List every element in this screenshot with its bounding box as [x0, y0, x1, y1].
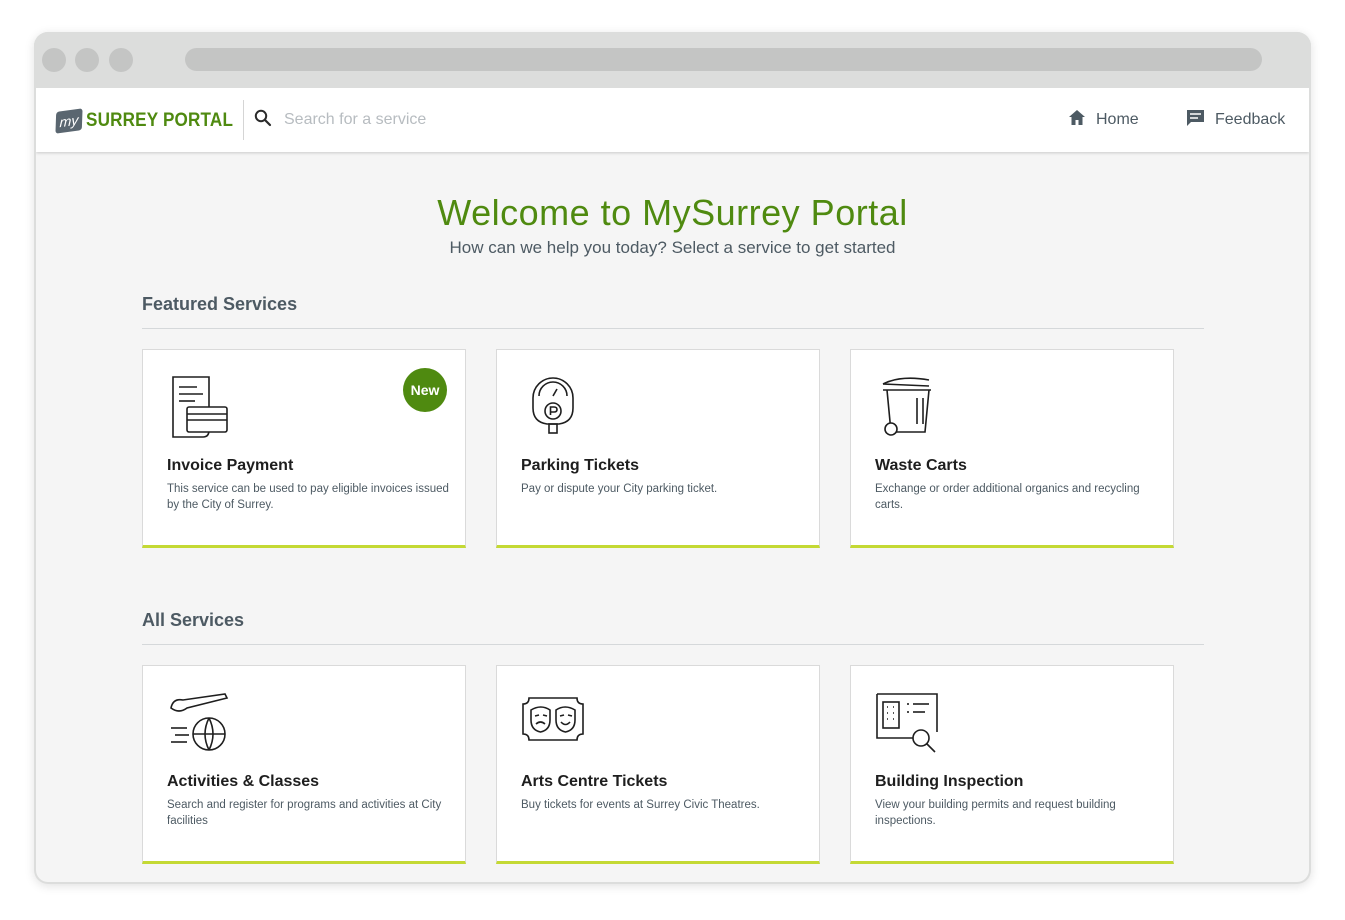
logo[interactable]: my SURREY PORTAL	[55, 106, 249, 136]
page-subtitle: How can we help you today? Select a serv…	[449, 238, 896, 257]
service-card-arts-centre-tickets[interactable]: Arts Centre Tickets Buy tickets for even…	[496, 665, 820, 864]
card-title: Arts Centre Tickets	[521, 773, 668, 790]
activities-icon	[165, 690, 235, 756]
service-card-activities-classes[interactable]: Activities & Classes Search and register…	[142, 665, 466, 864]
card-description: Search and register for programs and act…	[167, 799, 442, 827]
card-title: Activities & Classes	[167, 773, 320, 790]
search-bar	[254, 108, 554, 132]
home-icon	[1068, 109, 1086, 131]
featured-services-heading: Featured Services	[142, 294, 298, 314]
card-description: Pay or dispute your City parking ticket.	[521, 483, 718, 495]
nav-feedback[interactable]: Feedback	[1186, 108, 1285, 132]
window-maximize-dot[interactable]	[109, 48, 133, 72]
service-card-parking-tickets[interactable]: Parking Tickets Pay or dispute your City…	[496, 349, 820, 548]
card-description: Exchange or order additional organics an…	[875, 483, 1140, 511]
service-card-invoice-payment[interactable]: New Invoice Payment This service can be …	[142, 349, 466, 548]
nav-home-label: Home	[1096, 111, 1139, 128]
section-divider	[142, 328, 1204, 329]
new-badge: New	[403, 368, 447, 412]
section-divider	[142, 644, 1204, 645]
theatre-masks-icon	[519, 690, 589, 756]
card-description: View your building permits and request b…	[875, 799, 1116, 827]
service-card-waste-carts[interactable]: Waste Carts Exchange or order additional…	[850, 349, 1174, 548]
card-title: Building Inspection	[875, 773, 1024, 790]
nav-home[interactable]: Home	[1068, 108, 1139, 132]
address-bar[interactable]	[185, 48, 1262, 71]
invoice-icon	[165, 374, 235, 440]
parking-meter-icon	[519, 374, 589, 440]
all-services-heading: All Services	[142, 610, 245, 630]
window-minimize-dot[interactable]	[75, 48, 99, 72]
card-title: Waste Carts	[875, 457, 967, 474]
nav-feedback-label: Feedback	[1215, 111, 1286, 128]
logo-badge: my	[55, 108, 83, 134]
browser-window: my SURREY PORTAL Home Feedback	[34, 32, 1311, 884]
browser-chrome	[34, 32, 1311, 88]
logo-text: SURREY PORTAL	[86, 110, 234, 131]
page-title: Welcome to MySurrey Portal	[437, 192, 908, 233]
service-card-building-inspection[interactable]: Building Inspection View your building p…	[850, 665, 1174, 864]
search-icon[interactable]	[254, 109, 272, 132]
page: my SURREY PORTAL Home Feedback	[36, 88, 1309, 882]
header-divider	[243, 100, 244, 140]
waste-cart-icon	[873, 374, 943, 440]
card-title: Invoice Payment	[167, 457, 294, 474]
feedback-icon	[1186, 109, 1205, 132]
card-description: This service can be used to pay eligible…	[167, 483, 449, 511]
card-title: Parking Tickets	[521, 457, 639, 474]
building-inspection-icon	[873, 690, 943, 756]
search-input[interactable]	[282, 110, 526, 130]
card-description: Buy tickets for events at Surrey Civic T…	[521, 799, 760, 811]
window-close-dot[interactable]	[42, 48, 66, 72]
site-header: my SURREY PORTAL Home Feedback	[36, 88, 1309, 152]
